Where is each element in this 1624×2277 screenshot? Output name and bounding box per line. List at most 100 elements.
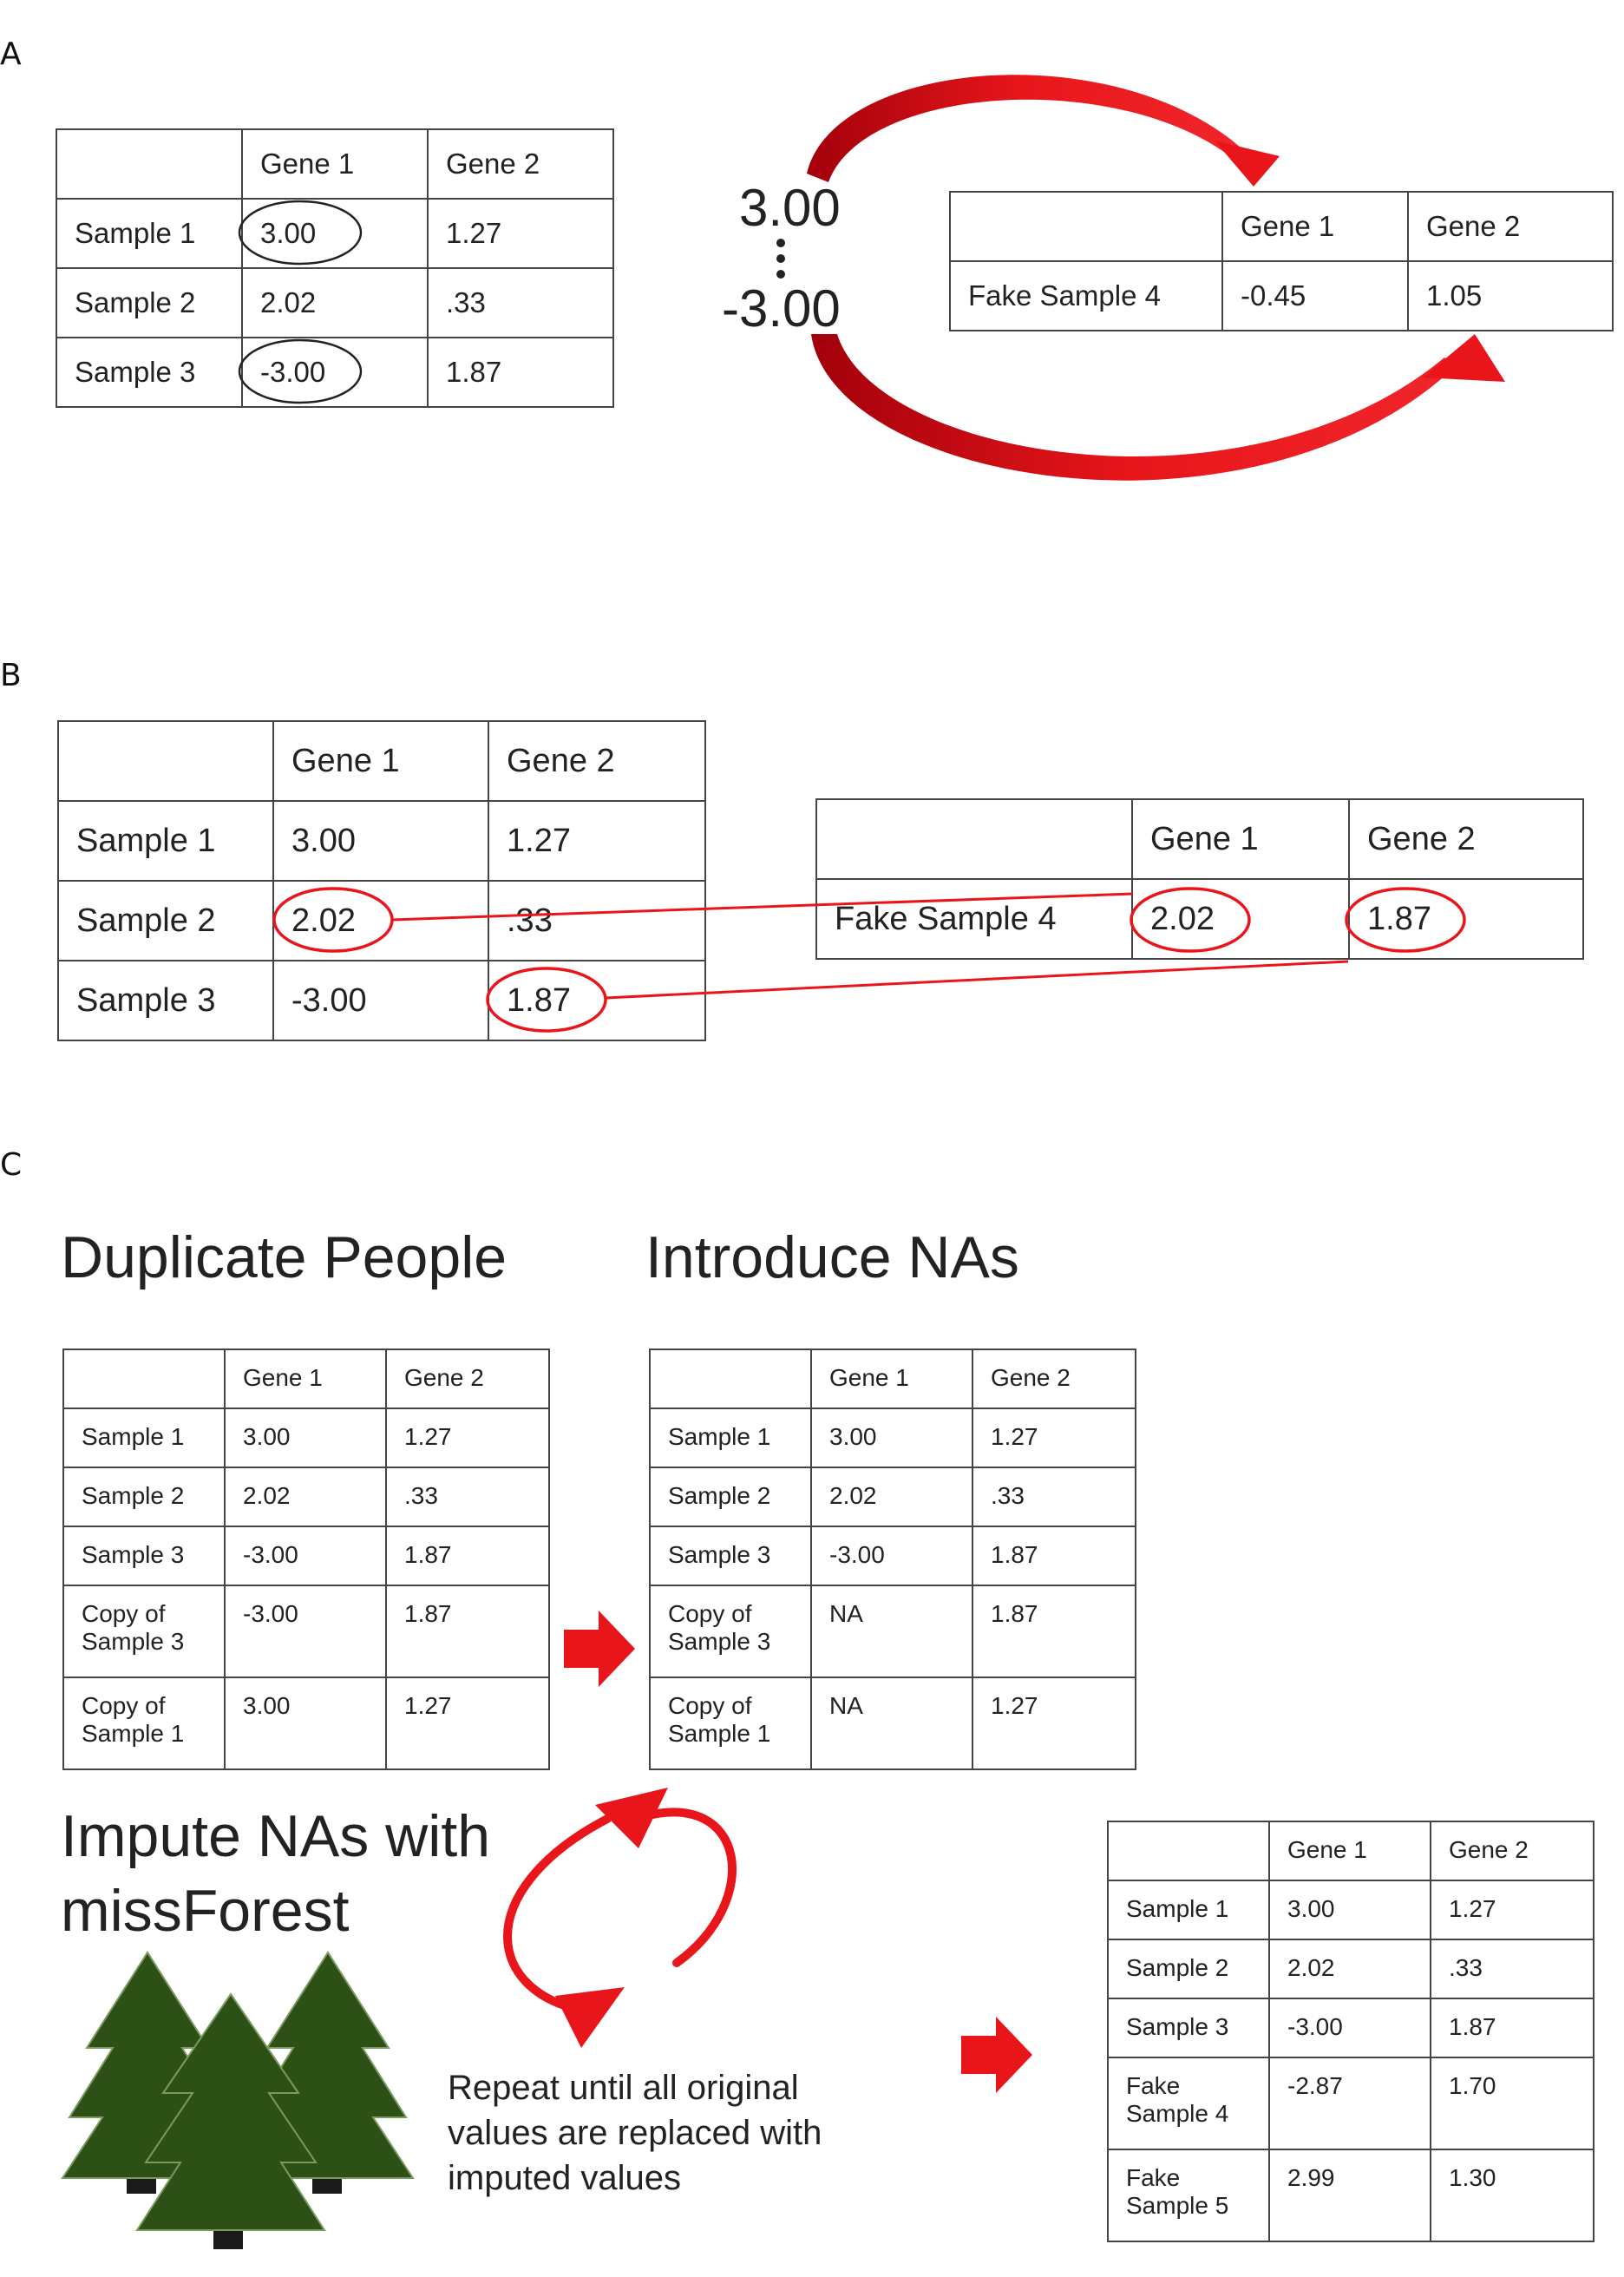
step-introduce-title: Introduce NAs bbox=[645, 1224, 1019, 1290]
row-label: Sample 1 bbox=[62, 1408, 226, 1468]
range-dot bbox=[776, 239, 785, 247]
table-header-row: Gene 1 Gene 2 bbox=[56, 128, 614, 200]
table-row: Sample 2 2.02 .33 bbox=[56, 267, 614, 338]
row-label: Sample 2 bbox=[649, 1467, 812, 1527]
repeat-note-line-2: values are replaced with bbox=[448, 2114, 822, 2152]
header-corner-cell bbox=[815, 798, 1133, 880]
header-corner-cell bbox=[649, 1348, 812, 1409]
table-cell: 2.02 bbox=[272, 880, 489, 961]
table-header-row: Gene 1 Gene 2 bbox=[815, 798, 1584, 880]
row-label: Copy of Sample 1 bbox=[649, 1677, 812, 1770]
range-dot bbox=[776, 270, 785, 279]
row-label: Sample 1 bbox=[649, 1408, 812, 1468]
row-label: Sample 1 bbox=[57, 800, 274, 882]
table-cell: -0.45 bbox=[1221, 260, 1409, 331]
table-header-row: Gene 1 Gene 2 bbox=[649, 1348, 1136, 1409]
arrowhead-icon bbox=[1215, 141, 1280, 187]
table-cell: 1.87 bbox=[972, 1526, 1136, 1586]
step-impute-title-line-1: Impute NAs with bbox=[61, 1803, 491, 1869]
table-cell: -3.00 bbox=[272, 960, 489, 1041]
table-row: Sample 1 3.00 1.27 bbox=[56, 198, 614, 269]
header-gene-2: Gene 2 bbox=[427, 128, 614, 200]
header-gene-1: Gene 1 bbox=[241, 128, 429, 200]
table-cell: 1.87 bbox=[972, 1585, 1136, 1678]
panel-a-source-table: Gene 1 Gene 2 Sample 1 3.00 1.27 Sample … bbox=[56, 128, 614, 408]
step-impute-title-line-2: missForest bbox=[61, 1878, 350, 1944]
table-cell: 3.00 bbox=[241, 198, 429, 269]
row-label: Fake Sample 4 bbox=[1107, 2057, 1270, 2150]
row-label: Sample 2 bbox=[57, 880, 274, 961]
table-cell: 1.87 bbox=[1348, 878, 1584, 960]
arrowhead-icon bbox=[1423, 334, 1505, 382]
table-row: Sample 1 3.00 1.27 bbox=[57, 800, 706, 882]
table-row: Sample 1 3.00 1.27 bbox=[1107, 1880, 1595, 1940]
table-cell: 2.02 bbox=[1131, 878, 1350, 960]
table-cell: 3.00 bbox=[224, 1677, 387, 1770]
table-row: Copy of Sample 3 -3.00 1.87 bbox=[62, 1585, 550, 1678]
arrowhead-icon bbox=[595, 1788, 668, 1848]
table-cell: .33 bbox=[488, 880, 706, 961]
table-cell: .33 bbox=[972, 1467, 1136, 1527]
table-cell: -3.00 bbox=[241, 337, 429, 408]
link-line bbox=[605, 960, 1349, 1000]
table-cell: 3.00 bbox=[810, 1408, 973, 1468]
row-label: Fake Sample 5 bbox=[1107, 2149, 1270, 2242]
table-row: Fake Sample 4 2.02 1.87 bbox=[815, 878, 1584, 960]
tree-icon bbox=[61, 1951, 234, 2194]
table-cell: 2.02 bbox=[241, 267, 429, 338]
row-label: Copy of Sample 3 bbox=[649, 1585, 812, 1678]
table-cell: 1.87 bbox=[385, 1526, 550, 1586]
header-gene-1: Gene 1 bbox=[1268, 1821, 1431, 1881]
header-corner-cell bbox=[56, 128, 243, 200]
header-gene-1: Gene 1 bbox=[224, 1348, 387, 1409]
table-cell: 1.87 bbox=[488, 960, 706, 1041]
panel-a-fake-table: Gene 1 Gene 2 Fake Sample 4 -0.45 1.05 bbox=[949, 191, 1614, 331]
table-cell: 1.27 bbox=[488, 800, 706, 882]
header-gene-2: Gene 2 bbox=[1430, 1821, 1595, 1881]
table-cell: 1.27 bbox=[385, 1408, 550, 1468]
step-duplicate-title: Duplicate People bbox=[61, 1224, 508, 1290]
curved-arrow-icon bbox=[811, 334, 1457, 481]
table-cell: NA bbox=[810, 1585, 973, 1678]
arrowhead-icon bbox=[555, 1987, 625, 2048]
table-row: Fake Sample 5 2.99 1.30 bbox=[1107, 2149, 1595, 2242]
table-row: Sample 3 -3.00 1.87 bbox=[62, 1526, 550, 1586]
table-cell: -2.87 bbox=[1268, 2057, 1431, 2150]
table-row: Sample 2 2.02 .33 bbox=[62, 1467, 550, 1527]
table-cell: 2.02 bbox=[810, 1467, 973, 1527]
table-row: Sample 3 -3.00 1.87 bbox=[1107, 1998, 1595, 2058]
table-row: Copy of Sample 1 NA 1.27 bbox=[649, 1677, 1136, 1770]
table-row: Copy of Sample 1 3.00 1.27 bbox=[62, 1677, 550, 1770]
panel-b-fake-table: Gene 1 Gene 2 Fake Sample 4 2.02 1.87 bbox=[815, 798, 1584, 960]
row-label: Sample 2 bbox=[1107, 1939, 1270, 1999]
header-gene-1: Gene 1 bbox=[1221, 191, 1409, 262]
repeat-note-line-1: Repeat until all original bbox=[448, 2069, 799, 2107]
range-min-label: -3.00 bbox=[722, 279, 841, 338]
table-row: Sample 3 -3.00 1.87 bbox=[57, 960, 706, 1041]
header-corner-cell bbox=[62, 1348, 226, 1409]
table-header-row: Gene 1 Gene 2 bbox=[62, 1348, 550, 1409]
header-gene-2: Gene 2 bbox=[972, 1348, 1136, 1409]
table-cell: 3.00 bbox=[224, 1408, 387, 1468]
table-cell: 1.30 bbox=[1430, 2149, 1595, 2242]
header-corner-cell bbox=[1107, 1821, 1270, 1881]
table-cell: 3.00 bbox=[272, 800, 489, 882]
table-cell: .33 bbox=[427, 267, 614, 338]
cycle-arrow-icon bbox=[503, 1814, 612, 2016]
row-label: Sample 1 bbox=[56, 198, 243, 269]
range-dot bbox=[776, 254, 785, 263]
table-row: Copy of Sample 3 NA 1.87 bbox=[649, 1585, 1136, 1678]
table-cell: -3.00 bbox=[810, 1526, 973, 1586]
right-arrow-icon bbox=[564, 1611, 635, 1687]
header-corner-cell bbox=[949, 191, 1223, 262]
table-row: Fake Sample 4 -0.45 1.05 bbox=[949, 260, 1614, 331]
tree-icon bbox=[135, 1992, 326, 2249]
table-header-row: Gene 1 Gene 2 bbox=[949, 191, 1614, 262]
table-row: Sample 3 -3.00 1.87 bbox=[649, 1526, 1136, 1586]
table-cell: -3.00 bbox=[224, 1526, 387, 1586]
table-row: Sample 1 3.00 1.27 bbox=[649, 1408, 1136, 1468]
header-gene-2: Gene 2 bbox=[385, 1348, 550, 1409]
row-label: Sample 2 bbox=[56, 267, 243, 338]
range-max-label: 3.00 bbox=[739, 179, 841, 237]
table-cell: 1.27 bbox=[385, 1677, 550, 1770]
